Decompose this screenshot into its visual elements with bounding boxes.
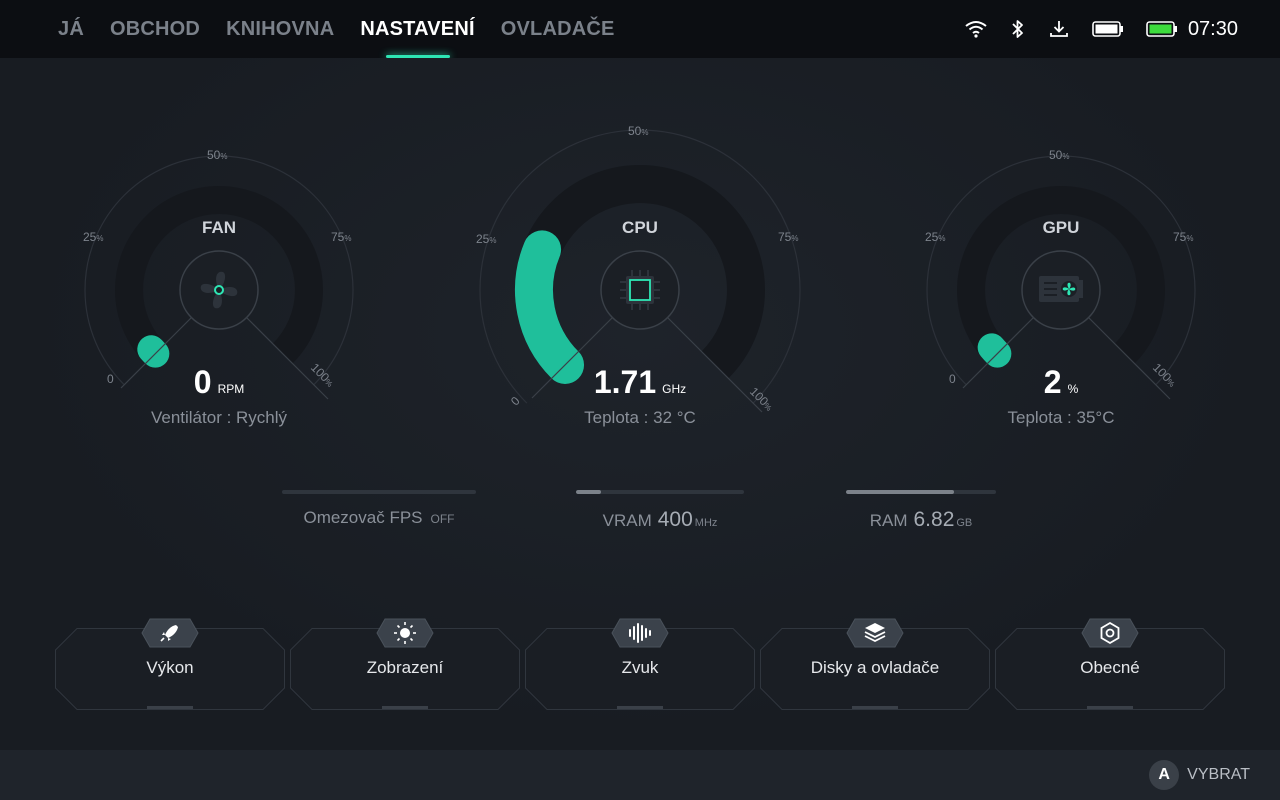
tab-nastaveni[interactable]: NASTAVENÍ [360,0,474,58]
gpu-gauge: GPU 2% Teplota : 35°C 0 25% 50% 75% 100% [911,140,1211,440]
bluetooth-icon [1010,19,1026,39]
fan-tick-75: 75% [331,230,352,244]
tab-knihovna[interactable]: KNIHOVNA [226,0,334,58]
download-icon [1048,19,1070,39]
layers-icon [845,618,905,648]
cpu-gauge-subtitle: Teplota : 32 °C [584,408,696,427]
tab-ovladace[interactable]: OVLADAČE [501,0,615,58]
ram-fill [846,490,954,494]
gpu-gauge-title: GPU [1042,218,1080,237]
footer-bar: A VYBRAT [0,750,1280,800]
ram-bar [846,490,996,494]
gpu-gauge-subtitle: Teplota : 35°C [1007,408,1115,427]
ram-metric: RAM 6.82 GB [846,490,996,532]
clock: 07:30 [1187,17,1238,40]
a-button-icon: A [1149,760,1180,790]
fan-icon [195,266,243,314]
fan-gauge-title: FAN [202,218,236,237]
card-vykon[interactable]: Výkon [55,618,285,710]
cpu-tick-25: 25% [476,232,497,246]
gpu-tick-0: 0 [949,372,956,386]
cpu-tick-50: 50% [628,124,649,138]
card-vykon-label: Výkon [146,658,194,677]
card-zobrazeni-label: Zobrazení [366,658,444,677]
fan-gauge: FAN 0 RPM Ventilátor : Rychlý 0 25% 50% 7… [69,140,369,440]
cpu-tick-75: 75% [778,230,799,244]
battery-icon [1146,20,1178,38]
card-obecne-label: Obecné [1080,658,1140,677]
select-hint-label: VYBRAT [1187,766,1250,783]
cpu-gauge: CPU 1.71 GHz Teplota : 32 °C 0 25% 50% 75… [470,116,810,451]
ram-label: RAM 6.82 GB [869,508,973,531]
card-zobrazeni[interactable]: Zobrazení [290,618,520,710]
fps-limiter-label: Omezovač FPS OFF [303,508,455,527]
sound-wave-icon [610,618,670,648]
wifi-icon [964,19,988,39]
gpu-tick-75: 75% [1173,230,1194,244]
tab-ja[interactable]: JÁ [58,0,84,58]
gpu-card-icon [1037,270,1085,310]
card-zvuk[interactable]: Zvuk [525,618,755,710]
cpu-gauge-title: CPU [622,218,658,237]
settings-hex-icon [1080,618,1140,648]
main-nav: JÁ OBCHOD KNIHOVNA NASTAVENÍ OVLADAČE [58,0,615,58]
card-disky-a-ovladace[interactable]: Disky a ovladače [760,618,990,710]
tab-obchod[interactable]: OBCHOD [110,0,200,58]
card-disky-a-ovladace-label: Disky a ovladače [810,658,940,677]
card-zvuk-label: Zvuk [621,658,659,677]
fan-tick-0: 0 [107,372,114,386]
controller-battery-icon [1092,20,1124,38]
vram-fill [576,490,602,494]
status-area: 07:30 [964,0,1238,58]
fps-limiter-bar [282,490,476,494]
vram-label: VRAM 400 MHz [602,508,718,531]
fan-gauge-subtitle: Ventilátor : Rychlý [150,408,288,427]
vram-metric: VRAM 400 MHz [576,490,744,532]
brightness-icon [375,618,435,648]
chip-icon [616,266,664,314]
fan-tick-50: 50% [207,148,228,162]
fps-limiter[interactable]: Omezovač FPS OFF [282,490,476,528]
gpu-tick-50: 50% [1049,148,1070,162]
fan-tick-25: 25% [83,230,104,244]
select-hint[interactable]: A VYBRAT [1149,760,1250,790]
rocket-icon [140,618,200,648]
card-obecne[interactable]: Obecné [995,618,1225,710]
gpu-tick-25: 25% [925,230,946,244]
top-bar: JÁ OBCHOD KNIHOVNA NASTAVENÍ OVLADAČE 07… [0,0,1280,58]
vram-bar [576,490,744,494]
